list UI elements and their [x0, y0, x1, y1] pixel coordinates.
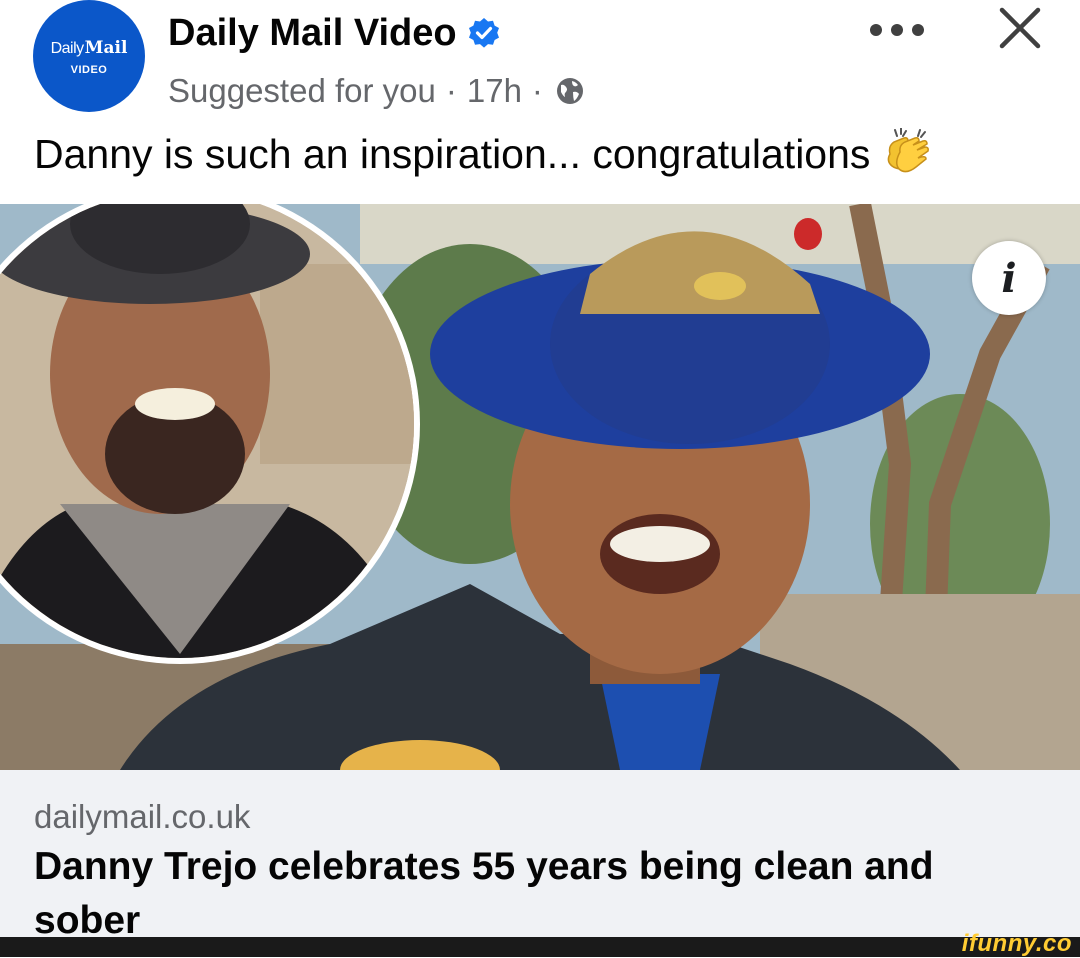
info-icon[interactable]: i [972, 241, 1046, 315]
page-name-row: Daily Mail Video [168, 12, 501, 55]
clapping-hands-icon [882, 127, 934, 180]
page-avatar[interactable]: Daily Mail VIDEO [33, 0, 145, 112]
more-options-icon[interactable] [870, 16, 924, 44]
ifunny-watermark: ifunny.co [961, 930, 1072, 957]
more-dot [891, 24, 903, 36]
link-domain: dailymail.co.uk [34, 798, 251, 835]
suggested-label: Suggested for you [168, 72, 436, 109]
post-photo[interactable] [0, 204, 1080, 770]
globe-icon[interactable] [555, 76, 585, 106]
more-dot [912, 24, 924, 36]
verified-badge-icon [467, 17, 501, 51]
more-dot [870, 24, 882, 36]
meta-separator: · [445, 72, 457, 109]
logo-video-text: VIDEO [70, 64, 108, 76]
meta-separator-2: · [531, 72, 543, 109]
post-caption: Danny is such an inspiration... congratu… [34, 127, 934, 180]
post-timestamp[interactable]: 17h [467, 72, 522, 110]
link-headline[interactable]: Danny Trejo celebrates 55 years being cl… [34, 840, 1044, 937]
close-icon[interactable] [996, 4, 1044, 52]
caption-text: Danny is such an inspiration... congratu… [34, 130, 871, 177]
logo-daily-text: Daily [50, 40, 85, 57]
page-name-link[interactable]: Daily Mail Video [168, 12, 457, 55]
watermark-bar [0, 937, 1080, 957]
post-meta: Suggested for you · 17h · [168, 72, 585, 110]
logo-mail-text: Mail [84, 38, 128, 58]
photo-illustration [0, 204, 1080, 770]
daily-mail-logo: Daily Mail [51, 38, 128, 58]
